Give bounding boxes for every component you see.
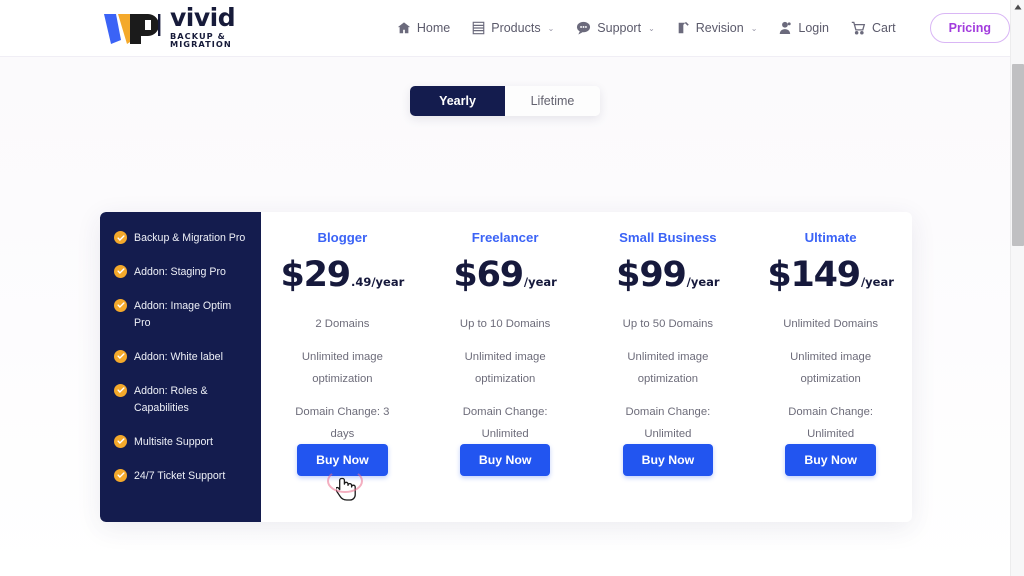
check-icon	[114, 231, 127, 244]
plan-image-optimization: Unlimited image optimization	[790, 351, 872, 385]
site-header: vivid BACKUP & MIGRATION Home Products ⌄…	[0, 0, 1010, 57]
feature-item: Multisite Support	[114, 434, 249, 451]
plan-name: Ultimate	[804, 230, 857, 245]
feature-label: Addon: Image Optim Pro	[134, 299, 232, 329]
plan-domains: 2 Domains	[315, 318, 370, 330]
chevron-down-icon: ⌄	[648, 23, 655, 33]
plan-image-optimization: Unlimited image optimization	[627, 351, 709, 385]
feature-label: Multisite Support	[134, 435, 213, 448]
scroll-up-arrow-icon[interactable]	[1011, 0, 1024, 14]
features-sidebar: Backup & Migration Pro Addon: Staging Pr…	[100, 212, 261, 522]
nav-item-products[interactable]: Products ⌄	[472, 21, 554, 35]
nav-item-cart[interactable]: Cart	[851, 21, 896, 35]
buy-now-button[interactable]: Buy Now	[622, 444, 714, 476]
pricing-page-content: Yearly Lifetime Backup & Migration Pro A…	[0, 57, 1010, 576]
plan-domain-change: Domain Change: Unlimited	[462, 406, 548, 440]
plan-price: $99 /year	[616, 255, 719, 295]
price-amount: $69	[453, 255, 524, 295]
feature-item: Addon: Roles & Capabilities	[114, 383, 249, 417]
buy-now-button[interactable]: Buy Now	[297, 444, 388, 476]
plan-domains: Unlimited Domains	[783, 318, 879, 330]
check-icon	[114, 434, 127, 448]
nav-item-home[interactable]: Home	[397, 21, 450, 35]
wp-logo-icon	[100, 10, 168, 48]
plan-domains: Up to 10 Domains	[459, 318, 551, 330]
check-icon	[114, 383, 127, 397]
buy-now-button[interactable]: Buy Now	[785, 444, 876, 476]
toggle-lifetime[interactable]: Lifetime	[505, 86, 600, 116]
feature-label: Addon: Staging Pro	[134, 265, 226, 278]
feature-item: 24/7 Ticket Support	[114, 468, 249, 485]
home-icon	[397, 21, 411, 35]
check-icon	[114, 298, 127, 312]
nav-item-login[interactable]: Login	[779, 21, 829, 35]
feature-item: Addon: Image Optim Pro	[114, 298, 249, 332]
plan-columns: Blogger $29 .49/year 2 Domains Unlimited…	[261, 212, 912, 522]
plan-domain-change: Domain Change: Unlimited	[625, 406, 711, 440]
plan-image-optimization: Unlimited image optimization	[301, 351, 383, 385]
nav-label: Products	[491, 21, 541, 35]
cart-icon	[851, 21, 866, 35]
price-period: .49/year	[350, 275, 405, 289]
plan-blogger: Blogger $29 .49/year 2 Domains Unlimited…	[261, 212, 424, 522]
plan-image-optimization: Unlimited image optimization	[464, 351, 546, 385]
feature-label: 24/7 Ticket Support	[134, 469, 226, 482]
list-icon	[472, 21, 485, 35]
vertical-scrollbar[interactable]	[1010, 0, 1024, 576]
price-amount: $29	[280, 255, 351, 295]
nav-item-revision[interactable]: Revision ⌄	[677, 21, 758, 35]
user-icon	[779, 21, 792, 35]
price-amount: $149	[767, 255, 861, 295]
feature-item: Backup & Migration Pro	[114, 230, 249, 247]
edit-note-icon	[677, 21, 690, 35]
price-period: /year	[860, 275, 894, 289]
check-icon	[114, 349, 127, 363]
plan-ultimate: Ultimate $149 /year Unlimited Domains Un…	[749, 212, 912, 522]
billing-toggle-wrapper: Yearly Lifetime	[0, 57, 1010, 116]
plan-domain-change: Domain Change: 3 days	[295, 406, 390, 440]
plan-domains: Up to 50 Domains	[622, 318, 714, 330]
site-logo[interactable]: vivid BACKUP & MIGRATION	[100, 2, 272, 49]
feature-label: Addon: White label	[134, 350, 223, 363]
billing-toggle: Yearly Lifetime	[410, 86, 600, 116]
nav-label: Revision	[695, 21, 744, 35]
plan-domain-change: Domain Change: Unlimited	[788, 406, 874, 440]
buy-now-button[interactable]: Buy Now	[459, 444, 551, 476]
nav-label: Support	[597, 21, 642, 35]
feature-label: Addon: Roles & Capabilities	[134, 384, 208, 414]
plan-price: $149 /year	[767, 255, 894, 295]
check-icon	[114, 264, 127, 278]
logo-tagline: BACKUP & MIGRATION	[170, 30, 232, 49]
toggle-yearly[interactable]: Yearly	[410, 86, 505, 116]
plan-price: $69 /year	[453, 255, 556, 295]
plan-name: Small Business	[619, 230, 717, 245]
scrollbar-thumb[interactable]	[1012, 64, 1024, 246]
price-period: /year	[523, 275, 557, 289]
chat-icon	[576, 21, 591, 35]
plan-name: Blogger	[317, 230, 368, 245]
plan-price: $29 .49/year	[280, 255, 404, 295]
chevron-down-icon: ⌄	[547, 23, 555, 33]
plan-name: Freelancer	[471, 230, 539, 245]
chevron-down-icon: ⌄	[750, 23, 758, 33]
nav-label: Cart	[872, 21, 896, 35]
price-period: /year	[686, 275, 720, 289]
feature-item: Addon: Staging Pro	[114, 264, 249, 281]
main-navigation: Home Products ⌄ Support ⌄ Revision ⌄ Log…	[397, 13, 1010, 43]
plan-small-business: Small Business $99 /year Up to 50 Domain…	[587, 212, 750, 522]
nav-label: Home	[416, 21, 451, 35]
pricing-table-card: Backup & Migration Pro Addon: Staging Pr…	[100, 212, 912, 522]
price-amount: $99	[616, 255, 687, 295]
check-icon	[114, 468, 127, 482]
plan-freelancer: Freelancer $69 /year Up to 10 Domains Un…	[424, 212, 587, 522]
page-viewport: vivid BACKUP & MIGRATION Home Products ⌄…	[0, 0, 1010, 576]
nav-item-support[interactable]: Support ⌄	[576, 21, 655, 35]
pricing-button[interactable]: Pricing	[929, 13, 1010, 43]
nav-label: Login	[798, 21, 829, 35]
feature-item: Addon: White label	[114, 349, 249, 366]
logo-brand-text: vivid	[170, 2, 236, 32]
feature-label: Backup & Migration Pro	[134, 232, 246, 244]
